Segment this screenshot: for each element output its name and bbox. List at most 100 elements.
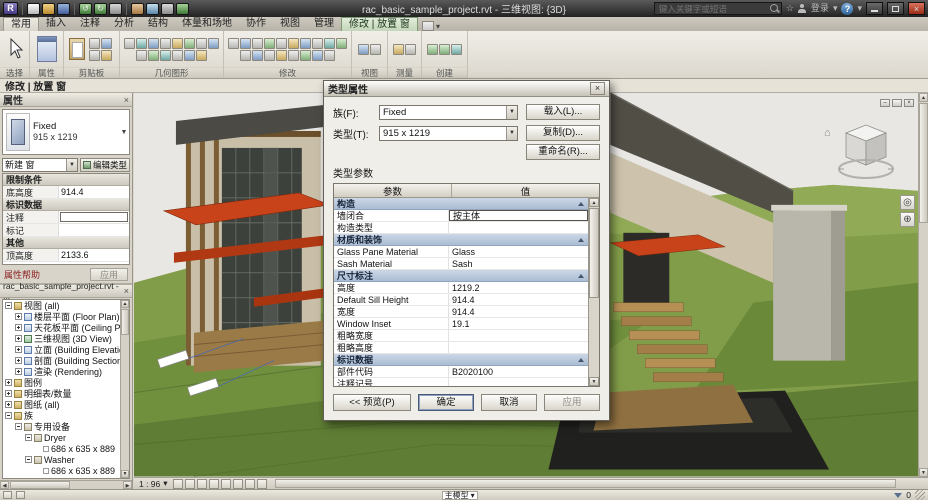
tab-analyze[interactable]: 分析: [107, 17, 141, 31]
panel-label[interactable]: 修改: [224, 67, 351, 78]
tab-home[interactable]: 常用: [3, 17, 39, 31]
scroll-left-icon[interactable]: ◀: [0, 481, 9, 489]
ribbon-tool-icon[interactable]: [336, 37, 347, 49]
scroll-thumb[interactable]: [919, 103, 928, 223]
view-horizontal-scrollbar[interactable]: [269, 478, 926, 489]
ribbon-tool-icon[interactable]: [252, 37, 263, 49]
param-row[interactable]: Default Sill Height 914.4: [334, 294, 588, 306]
view-close-icon[interactable]: ×: [904, 99, 914, 107]
viewcube[interactable]: ⌂: [824, 119, 896, 185]
print-icon[interactable]: [109, 2, 122, 15]
scroll-down-icon[interactable]: ▼: [919, 468, 928, 477]
param-value[interactable]: [449, 378, 588, 386]
detail-level-icon[interactable]: [172, 478, 183, 489]
ribbon-state-icon[interactable]: [421, 21, 434, 31]
steering-wheel-icon[interactable]: ◎: [900, 195, 915, 210]
view-restore-icon[interactable]: [892, 99, 902, 107]
ribbon-tool-icon[interactable]: [451, 43, 462, 55]
property-value[interactable]: 2133.6: [59, 249, 129, 261]
property-row[interactable]: 注释: [3, 211, 129, 224]
tab-view[interactable]: 视图: [273, 17, 307, 31]
tree-item-sections[interactable]: 剖面 (Building Section): [3, 355, 120, 366]
model-caret-icon[interactable]: ▾: [471, 491, 475, 500]
preview-button[interactable]: << 预览(P): [333, 394, 411, 411]
scale-caret-icon[interactable]: ▾: [163, 478, 167, 489]
ribbon-tool-icon[interactable]: [196, 37, 207, 49]
element-filter-combo[interactable]: 新建 窗 ▼: [2, 157, 78, 172]
ribbon-tool-icon[interactable]: [101, 49, 112, 61]
param-value[interactable]: 914.4: [449, 294, 588, 305]
open-file-icon[interactable]: [42, 2, 55, 15]
expand-icon[interactable]: [15, 324, 22, 331]
ribbon-tool-icon[interactable]: [136, 37, 147, 49]
signin-label[interactable]: 登录: [811, 2, 829, 15]
design-options-icon[interactable]: [16, 491, 25, 499]
tree-item-dryer-type[interactable]: 686 x 635 x 889: [3, 443, 120, 454]
ok-button[interactable]: 确定: [418, 394, 474, 411]
tree-item-views[interactable]: 视图 (all): [3, 300, 120, 311]
ribbon-tool-icon[interactable]: [276, 49, 287, 61]
tree-item-3d-views[interactable]: 三维视图 (3D View): [3, 333, 120, 344]
ribbon-tool-icon[interactable]: [312, 37, 323, 49]
ribbon-caret-icon[interactable]: ▾: [436, 22, 440, 31]
collapse-icon[interactable]: [25, 456, 32, 463]
expand-icon[interactable]: [5, 401, 12, 408]
ribbon-tool-icon[interactable]: [208, 37, 219, 49]
collapse-icon[interactable]: [5, 412, 12, 419]
sync-icon[interactable]: [176, 2, 189, 15]
worksets-icon[interactable]: [3, 491, 12, 499]
panel-label[interactable]: 创建: [422, 67, 467, 78]
scroll-thumb[interactable]: [10, 481, 70, 489]
ribbon-tool-icon[interactable]: [148, 37, 159, 49]
modify-cursor-icon[interactable]: [7, 38, 23, 60]
ribbon-tool-icon[interactable]: [252, 49, 263, 61]
ribbon-tool-icon[interactable]: [324, 49, 335, 61]
project-browser-close-icon[interactable]: ×: [124, 286, 129, 296]
ribbon-tool-icon[interactable]: [288, 37, 299, 49]
param-row[interactable]: 高度 1219.2: [334, 282, 588, 294]
group-row-dimensions[interactable]: 尺寸标注: [334, 270, 588, 282]
tab-collaborate[interactable]: 协作: [239, 17, 273, 31]
viewcube-graphic[interactable]: [826, 119, 896, 185]
expand-icon[interactable]: [15, 357, 22, 364]
properties-apply-button[interactable]: 应用: [90, 267, 128, 281]
ribbon-tool-icon[interactable]: [358, 43, 369, 55]
infocenter-search[interactable]: [653, 2, 782, 15]
ribbon-tool-icon[interactable]: [276, 37, 287, 49]
viewcube-home-icon[interactable]: ⌂: [824, 127, 831, 139]
paste-icon[interactable]: [68, 38, 85, 60]
ribbon-tool-icon[interactable]: [136, 49, 147, 61]
ribbon-tool-icon[interactable]: [240, 49, 251, 61]
collapse-icon[interactable]: [25, 434, 32, 441]
cancel-button[interactable]: 取消: [481, 394, 537, 411]
property-value[interactable]: [59, 224, 129, 236]
ribbon-tool-icon[interactable]: [172, 37, 183, 49]
duplicate-button[interactable]: 复制(D)...: [526, 125, 600, 141]
help-caret-icon[interactable]: ▾: [857, 2, 862, 15]
view-minimize-icon[interactable]: –: [880, 99, 890, 107]
user-icon[interactable]: [798, 4, 807, 13]
3d-view-icon[interactable]: [146, 2, 159, 15]
section-constraints[interactable]: 限制条件: [3, 174, 129, 186]
scale-control[interactable]: 1 : 96 ▾: [136, 478, 171, 489]
scroll-thumb[interactable]: [274, 479, 896, 488]
dialog-title-bar[interactable]: 类型属性 ×: [324, 81, 609, 97]
expand-icon[interactable]: [5, 379, 12, 386]
ribbon-tool-icon[interactable]: [184, 37, 195, 49]
expand-icon[interactable]: [15, 346, 22, 353]
shadows-icon[interactable]: [208, 478, 219, 489]
comments-input[interactable]: [60, 212, 128, 222]
tab-annotate[interactable]: 注释: [73, 17, 107, 31]
sun-path-icon[interactable]: [196, 478, 207, 489]
scroll-down-icon[interactable]: ▼: [589, 377, 599, 386]
combo-caret-icon[interactable]: ▼: [506, 126, 517, 140]
browser-horizontal-scrollbar[interactable]: ◀ ▶: [0, 480, 132, 489]
rename-button[interactable]: 重命名(R)...: [526, 144, 600, 160]
favorites-icon[interactable]: ☆: [786, 2, 794, 15]
param-row[interactable]: 宽度 914.4: [334, 306, 588, 318]
param-value[interactable]: Glass: [449, 246, 588, 257]
section-other[interactable]: 其他: [3, 237, 129, 249]
save-icon[interactable]: [57, 2, 70, 15]
scroll-right-icon[interactable]: ▶: [123, 481, 132, 489]
panel-label[interactable]: 测量: [388, 67, 421, 78]
